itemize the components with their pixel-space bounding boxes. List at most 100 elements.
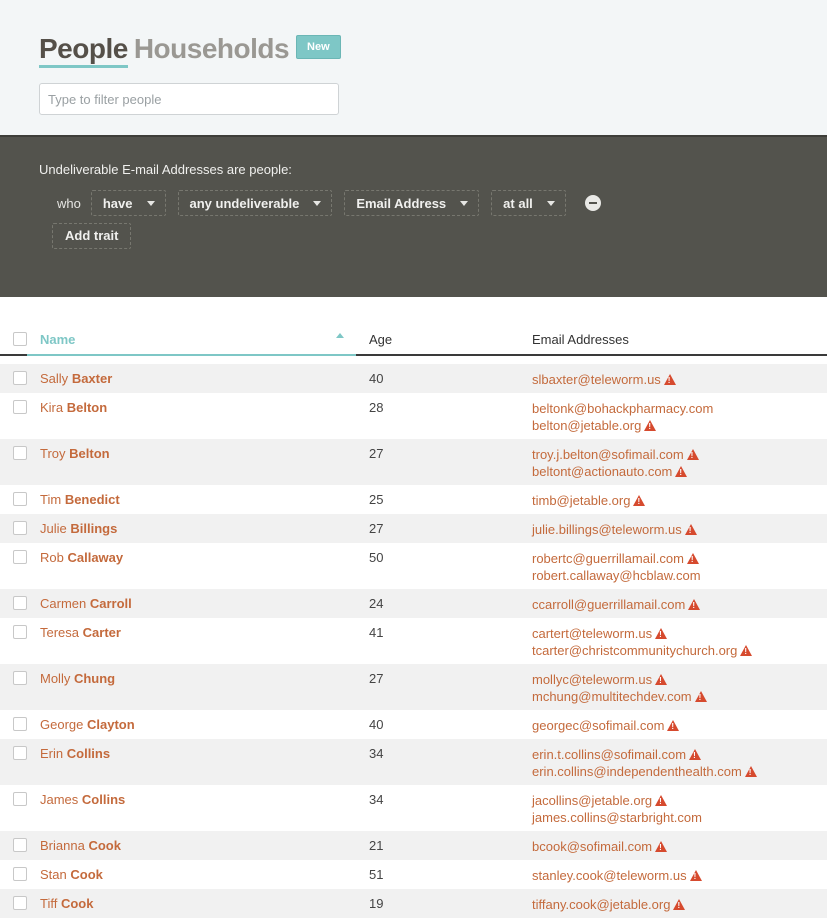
timeframe-dropdown[interactable]: at all	[491, 190, 566, 216]
email-address: ccarroll@guerrillamail.com	[532, 597, 686, 612]
table-row[interactable]: George Clayton 40 georgec@sofimail.com	[0, 710, 827, 739]
field-dropdown[interactable]: Email Address	[344, 190, 480, 216]
email-link[interactable]: beltonk@bohackpharmacy.com	[532, 400, 713, 417]
person-name-link[interactable]: Erin Collins	[40, 746, 110, 761]
email-link[interactable]: stanley.cook@teleworm.us	[532, 867, 702, 884]
filter-people-input[interactable]	[39, 83, 339, 115]
remove-circle-icon[interactable]	[584, 195, 601, 211]
name-column-header[interactable]: Name	[27, 324, 356, 356]
row-checkbox[interactable]	[13, 446, 27, 460]
warning-triangle-icon	[667, 720, 680, 731]
first-name: Carmen	[40, 596, 87, 611]
email-address: bcook@sofimail.com	[532, 839, 653, 854]
warning-triangle-icon	[744, 766, 757, 777]
email-link[interactable]: james.collins@starbright.com	[532, 809, 702, 826]
person-name-link[interactable]: Tiff Cook	[40, 896, 93, 911]
email-cell: ccarroll@guerrillamail.com	[532, 596, 701, 613]
email-address: timb@jetable.org	[532, 493, 631, 508]
tab-households[interactable]: Households	[134, 33, 290, 65]
person-name-link[interactable]: James Collins	[40, 792, 125, 807]
email-link[interactable]: mollyc@teleworm.us	[532, 671, 707, 688]
first-name: Rob	[40, 550, 64, 565]
person-name-link[interactable]: Kira Belton	[40, 400, 107, 415]
last-name: Carter	[82, 625, 121, 640]
add-trait-button[interactable]: Add trait	[52, 223, 132, 249]
have-dropdown[interactable]: have	[90, 190, 166, 216]
email-link[interactable]: belton@jetable.org	[532, 417, 713, 434]
person-name-link[interactable]: Teresa Carter	[40, 625, 121, 640]
table-row[interactable]: Carmen Carroll 24 ccarroll@guerrillamail.c…	[0, 589, 827, 618]
warning-triangle-icon	[688, 599, 701, 610]
row-checkbox[interactable]	[13, 838, 27, 852]
table-row[interactable]: Kira Belton 28 beltonk@bohackpharmacy.com b…	[0, 393, 827, 439]
new-button[interactable]: New	[296, 35, 341, 59]
row-checkbox[interactable]	[13, 625, 27, 639]
row-checkbox[interactable]	[13, 371, 27, 385]
email-link[interactable]: troy.j.belton@sofimail.com	[532, 446, 699, 463]
email-link[interactable]: robertc@guerrillamail.com	[532, 550, 701, 567]
table-row[interactable]: Tiff Cook 19 tiffany.cook@jetable.org	[0, 889, 827, 918]
row-checkbox[interactable]	[13, 671, 27, 685]
email-link[interactable]: georgec@sofimail.com	[532, 717, 680, 734]
person-name-link[interactable]: Carmen Carroll	[40, 596, 132, 611]
email-cell: stanley.cook@teleworm.us	[532, 867, 702, 884]
first-name: Julie	[40, 521, 67, 536]
age-column-header[interactable]: Age	[369, 324, 392, 356]
row-checkbox[interactable]	[13, 521, 27, 535]
row-checkbox[interactable]	[13, 792, 27, 806]
table-row[interactable]: Teresa Carter 41 cartert@teleworm.us tcarte…	[0, 618, 827, 664]
email-link[interactable]: robert.callaway@hcblaw.com	[532, 567, 701, 584]
email-link[interactable]: bcook@sofimail.com	[532, 838, 668, 855]
email-link[interactable]: ccarroll@guerrillamail.com	[532, 596, 701, 613]
row-checkbox[interactable]	[13, 717, 27, 731]
warning-triangle-icon	[684, 524, 697, 535]
email-link[interactable]: mchung@multitechdev.com	[532, 688, 707, 705]
table-row[interactable]: Stan Cook 51 stanley.cook@teleworm.us	[0, 860, 827, 889]
table-row[interactable]: Erin Collins 34 erin.t.collins@sofimail.co…	[0, 739, 827, 785]
email-link[interactable]: slbaxter@teleworm.us	[532, 371, 676, 388]
row-checkbox[interactable]	[13, 550, 27, 564]
email-link[interactable]: cartert@teleworm.us	[532, 625, 752, 642]
row-checkbox[interactable]	[13, 896, 27, 910]
email-link[interactable]: tiffany.cook@jetable.org	[532, 896, 686, 913]
person-name-link[interactable]: Julie Billings	[40, 521, 117, 536]
email-link[interactable]: erin.t.collins@sofimail.com	[532, 746, 757, 763]
quantifier-dropdown[interactable]: any undeliverable	[177, 190, 333, 216]
table-row[interactable]: Tim Benedict 25 timb@jetable.org	[0, 485, 827, 514]
table-row[interactable]: Sally Baxter 40 slbaxter@teleworm.us	[0, 364, 827, 393]
first-name: Tiff	[40, 896, 58, 911]
last-name: Benedict	[64, 492, 120, 507]
person-name-link[interactable]: Rob Callaway	[40, 550, 123, 565]
table-row[interactable]: Julie Billings 27 julie.billings@teleworm.…	[0, 514, 827, 543]
row-checkbox[interactable]	[13, 867, 27, 881]
person-name-link[interactable]: Molly Chung	[40, 671, 115, 686]
table-row[interactable]: Molly Chung 27 mollyc@teleworm.us mchung@mu…	[0, 664, 827, 710]
email-link[interactable]: beltont@actionauto.com	[532, 463, 699, 480]
email-link[interactable]: jacollins@jetable.org	[532, 792, 702, 809]
select-all-checkbox[interactable]	[13, 332, 27, 346]
person-name-link[interactable]: Troy Belton	[40, 446, 110, 461]
person-name-link[interactable]: Sally Baxter	[40, 371, 112, 386]
table-row[interactable]: Brianna Cook 21 bcook@sofimail.com	[0, 831, 827, 860]
header-area: People Households New	[0, 0, 827, 135]
email-link[interactable]: erin.collins@independenthealth.com	[532, 763, 757, 780]
row-checkbox[interactable]	[13, 400, 27, 414]
person-name-link[interactable]: Brianna Cook	[40, 838, 121, 853]
email-link[interactable]: tcarter@christcommunitychurch.org	[532, 642, 753, 659]
person-name-link[interactable]: George Clayton	[40, 717, 135, 732]
table-row[interactable]: Rob Callaway50robertc@guerrillamail.comr…	[0, 543, 827, 589]
row-checkbox[interactable]	[13, 746, 27, 760]
sort-asc-icon	[336, 333, 344, 338]
first-name: James	[40, 792, 79, 807]
email-column-header[interactable]: Email Addresses	[532, 324, 629, 356]
person-name-link[interactable]: Tim Benedict	[40, 492, 120, 507]
table-row[interactable]: James Collins 34 jacollins@jetable.org jame…	[0, 785, 827, 831]
email-link[interactable]: timb@jetable.org	[532, 492, 646, 509]
tab-people[interactable]: People	[39, 33, 128, 68]
email-link[interactable]: julie.billings@teleworm.us	[532, 521, 697, 538]
age-cell: 27	[369, 521, 384, 536]
row-checkbox[interactable]	[13, 492, 27, 506]
person-name-link[interactable]: Stan Cook	[40, 867, 103, 882]
row-checkbox[interactable]	[13, 596, 27, 610]
table-row[interactable]: Troy Belton 27 troy.j.belton@sofimail.com b…	[0, 439, 827, 485]
